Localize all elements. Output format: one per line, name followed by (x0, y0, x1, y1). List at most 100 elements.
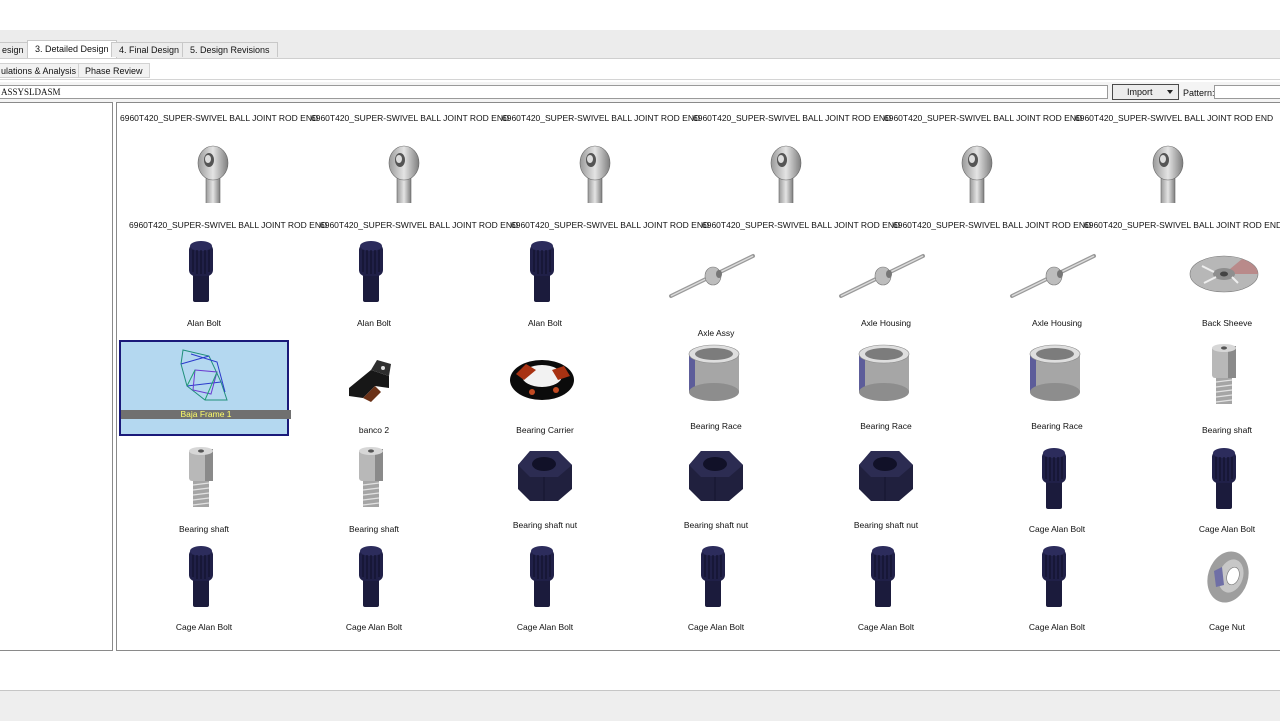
part-label: 6960T420_SUPER-SWIVEL BALL JOINT ROD END (702, 220, 901, 230)
part-thumbnail[interactable]: 6960T420_SUPER-SWIVEL BALL JOINT ROD END (129, 133, 327, 230)
part-thumbnail[interactable]: Cage Alan Bolt (801, 541, 971, 637)
part-label: Bearing shaft nut (683, 520, 749, 530)
cap-bolt-icon (530, 241, 554, 302)
hex-nut-icon (518, 451, 572, 501)
rod-end-icon (961, 145, 993, 203)
part-thumbnail[interactable]: Bearing Race (801, 340, 971, 436)
part-label: 6960T420_SUPER-SWIVEL BALL JOINT ROD END (1075, 113, 1274, 123)
axle-icon (669, 254, 755, 298)
assembly-path-field[interactable]: ASSYSLDASM (0, 85, 1108, 99)
part-label: Cage Alan Bolt (1028, 524, 1086, 534)
tab-detailed-design[interactable]: 3. Detailed Design (27, 40, 117, 58)
rod-end-icon (388, 145, 420, 203)
part-thumbnail[interactable]: Cage Alan Bolt (460, 541, 630, 637)
part-thumbnail[interactable]: Bearing shaft nut (631, 443, 801, 539)
part-thumbnail[interactable]: Cage Alan Bolt (119, 541, 289, 637)
part-thumbnail[interactable]: Axle Housing (801, 236, 971, 332)
part-label: 6960T420_SUPER-SWIVEL BALL JOINT ROD END (884, 113, 1083, 123)
carrier-icon (510, 360, 574, 400)
phase-tab-bar: esign 3. Detailed Design 4. Final Design… (0, 30, 1280, 59)
cap-bolt-icon (359, 241, 383, 302)
part-thumbnail[interactable]: Alan Bolt (460, 236, 630, 332)
part-thumbnail[interactable]: Bearing shaft nut (801, 443, 971, 539)
import-label: Import (1127, 87, 1153, 97)
tree-panel[interactable] (0, 102, 113, 651)
tab-final-design[interactable]: 4. Final Design (111, 42, 188, 57)
part-label: Bearing shaft nut (512, 520, 578, 530)
part-label: Bearing shaft (178, 524, 230, 534)
part-label: Cage Alan Bolt (516, 622, 574, 632)
status-bar (0, 690, 1280, 721)
chevron-down-icon (1167, 90, 1173, 94)
import-dropdown[interactable]: Import (1112, 84, 1179, 100)
part-thumbnail[interactable]: 6960T420_SUPER-SWIVEL BALL JOINT ROD END (511, 133, 710, 230)
part-label: Bearing shaft (1201, 425, 1253, 435)
subtab-phase-review[interactable]: Phase Review (78, 63, 150, 78)
title-area (0, 0, 1280, 30)
part-label: Bearing Race (1031, 421, 1083, 431)
part-label: 6960T420_SUPER-SWIVEL BALL JOINT ROD END (502, 113, 701, 123)
part-thumbnail[interactable]: Bearing shaft nut (460, 443, 630, 539)
part-label: 6960T420_SUPER-SWIVEL BALL JOINT ROD END (693, 113, 892, 123)
cap-bolt-icon (530, 546, 554, 607)
part-thumbnail[interactable]: Bearing Race (972, 340, 1142, 436)
part-label: Baja Frame 1 (121, 410, 291, 419)
part-thumbnail[interactable]: 6960T420_SUPER-SWIVEL BALL JOINT ROD END (702, 133, 901, 230)
pattern-input[interactable] (1214, 85, 1280, 99)
hex-nut-icon (859, 451, 913, 501)
part-thumbnail[interactable]: Bearing shaft (119, 443, 289, 539)
part-label: 6960T420_SUPER-SWIVEL BALL JOINT ROD END (120, 113, 319, 123)
part-thumbnail[interactable]: Back Sheeve (1142, 236, 1280, 332)
part-thumbnail[interactable]: 6960T420_SUPER-SWIVEL BALL JOINT ROD END (320, 133, 519, 230)
shaft-icon (359, 447, 383, 507)
cap-bolt-icon (1042, 448, 1066, 509)
part-thumbnail[interactable]: Cage Alan Bolt (631, 541, 801, 637)
race-icon (858, 344, 910, 401)
part-thumbnail[interactable]: Bearing shaft (289, 443, 459, 539)
part-thumbnail[interactable]: Alan Bolt (289, 236, 459, 332)
part-thumbnail[interactable]: Cage Nut (1142, 541, 1280, 637)
part-label: Bearing Carrier (516, 425, 574, 435)
part-label: 6960T420_SUPER-SWIVEL BALL JOINT ROD END (311, 113, 510, 123)
shaft-icon (1212, 344, 1236, 404)
part-thumbnail[interactable]: Cage Alan Bolt (1142, 443, 1280, 539)
part-label: Back Sheeve (1201, 318, 1253, 328)
part-label: Cage Alan Bolt (687, 622, 745, 632)
tab-design-revisions[interactable]: 5. Design Revisions (182, 42, 278, 57)
part-thumbnail[interactable]: Bearing Carrier (460, 340, 630, 436)
part-thumbnail[interactable]: Bearing Race (631, 340, 801, 436)
subtab-calculations-analysis[interactable]: ulations & Analysis (0, 63, 84, 78)
part-thumbnail[interactable]: Axle Housing (972, 236, 1142, 332)
part-thumbnail[interactable]: Cage Alan Bolt (972, 443, 1142, 539)
axle-icon (839, 254, 925, 298)
part-label: 6960T420_SUPER-SWIVEL BALL JOINT ROD END (320, 220, 519, 230)
part-label: 6960T420_SUPER-SWIVEL BALL JOINT ROD END (511, 220, 710, 230)
part-label: Cage Alan Bolt (175, 622, 233, 632)
part-thumbnail[interactable]: Cage Alan Bolt (289, 541, 459, 637)
part-thumbnail[interactable]: banco 2 (289, 340, 459, 436)
part-label: Bearing shaft nut (853, 520, 919, 530)
part-thumbnail[interactable]: Alan Bolt (119, 236, 289, 332)
flange-nut-icon (1207, 551, 1249, 603)
part-thumbnail[interactable]: Axle Assy (631, 236, 801, 338)
part-thumbnail[interactable]: Bearing shaft (1142, 340, 1280, 436)
part-thumbnail[interactable]: 6960T420_SUPER-SWIVEL BALL JOINT ROD END (1084, 133, 1280, 230)
axle-icon (1010, 254, 1096, 298)
race-icon (688, 344, 740, 401)
part-thumbnail[interactable]: 6960T420_SUPER-SWIVEL BALL JOINT ROD END (893, 133, 1091, 230)
part-thumbnail[interactable]: Cage Alan Bolt (972, 541, 1142, 637)
part-label: Bearing Race (860, 421, 912, 431)
path-toolbar: ASSYSLDASM Import Pattern: (0, 82, 1280, 102)
part-label: Cage Alan Bolt (1198, 524, 1256, 534)
part-label: Cage Alan Bolt (1028, 622, 1086, 632)
cap-bolt-icon (359, 546, 383, 607)
part-label: Bearing shaft (348, 524, 400, 534)
part-thumbnail[interactable]: Baja Frame 1 (119, 340, 291, 436)
part-label: 6960T420_SUPER-SWIVEL BALL JOINT ROD END (1084, 220, 1280, 230)
frame-icon (180, 349, 228, 401)
cap-bolt-icon (189, 546, 213, 607)
part-label: Alan Bolt (356, 318, 392, 328)
part-label: Axle Housing (860, 318, 912, 328)
part-thumbnail-grid[interactable]: 6960T420_SUPER-SWIVEL BALL JOINT ROD END… (116, 102, 1280, 651)
part-label: Axle Assy (697, 328, 735, 338)
